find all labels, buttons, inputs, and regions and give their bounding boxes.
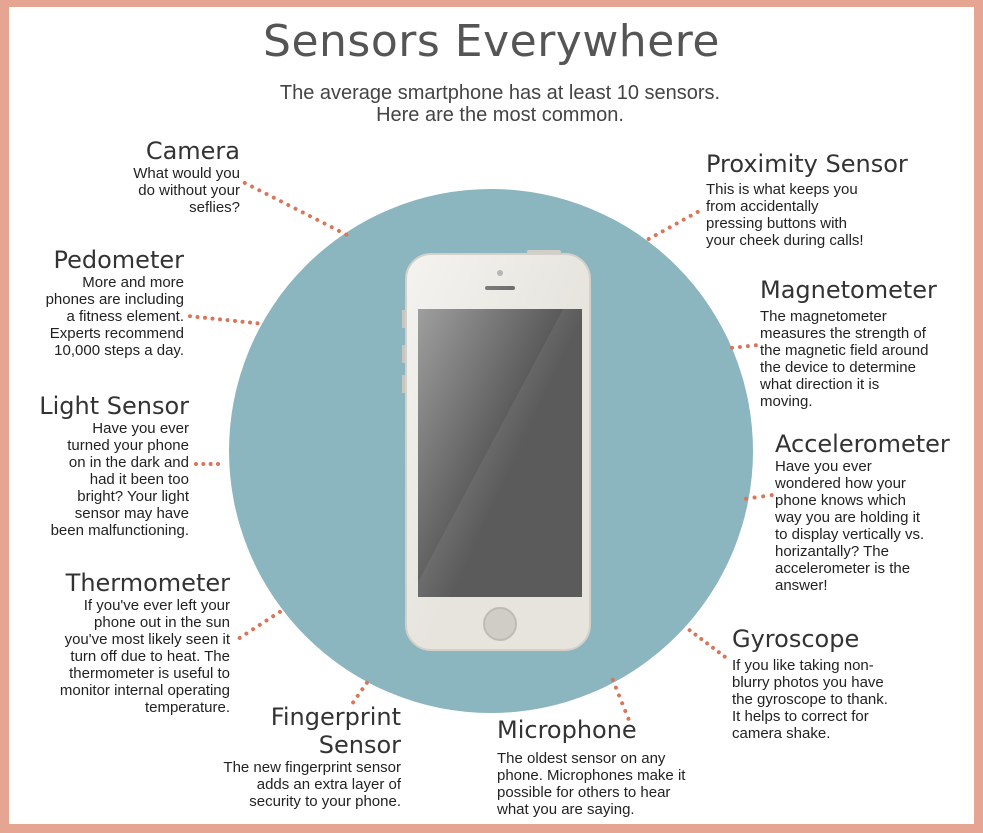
sensor-microphone: Microphone The oldest sensor on any phon… xyxy=(497,716,727,818)
sensor-description: The oldest sensor on any phone. Micropho… xyxy=(497,750,686,818)
sensor-fingerprint: Fingerprint Sensor The new fingerprint s… xyxy=(190,703,401,810)
sensor-name: Proximity Sensor xyxy=(706,150,908,178)
sensor-description: The new fingerprint sensor adds an extra… xyxy=(223,759,401,810)
sensor-camera: Camera What would you do without your se… xyxy=(88,137,240,216)
sensor-name: Accelerometer xyxy=(775,430,950,458)
sensor-magnetometer: Magnetometer The magnetometer measures t… xyxy=(760,276,972,410)
sensor-description: More and more phones are including a fit… xyxy=(45,274,184,359)
light-sensor-connector xyxy=(194,462,220,466)
sensor-description: This is what keeps you from accidentally… xyxy=(706,181,864,249)
sensor-thermometer: Thermometer If you've ever left your pho… xyxy=(20,569,230,716)
phone-shine xyxy=(407,255,589,649)
sensor-name: Thermometer xyxy=(65,569,230,597)
sensor-accelerometer: Accelerometer Have you ever wondered how… xyxy=(775,430,975,594)
sensor-name: Microphone xyxy=(497,716,637,744)
sensor-name: Gyroscope xyxy=(732,625,860,653)
sensor-description: If you like taking non- blurry photos yo… xyxy=(732,657,888,742)
sensor-light: Light Sensor Have you ever turned your p… xyxy=(18,392,189,539)
sensor-name: Pedometer xyxy=(53,246,185,274)
smartphone-icon xyxy=(405,253,591,651)
sensor-description: If you've ever left your phone out in th… xyxy=(59,597,230,716)
page-title: Sensors Everywhere xyxy=(263,16,720,67)
sensor-name: Magnetometer xyxy=(760,276,937,304)
page-subtitle: The average smartphone has at least 10 s… xyxy=(279,82,721,126)
sensor-description: The magnetometer measures the strength o… xyxy=(760,308,929,410)
sensor-proximity: Proximity Sensor This is what keeps you … xyxy=(706,150,946,249)
sensor-name: Fingerprint Sensor xyxy=(270,703,401,759)
sensor-pedometer: Pedometer More and more phones are inclu… xyxy=(20,246,184,359)
sensor-name: Light Sensor xyxy=(39,392,189,420)
sensor-description: Have you ever wondered how your phone kn… xyxy=(775,458,925,594)
sensor-name: Camera xyxy=(145,137,240,165)
sensor-description: Have you ever turned your phone on in th… xyxy=(50,420,189,539)
sensor-gyroscope: Gyroscope If you like taking non- blurry… xyxy=(732,625,952,742)
sensor-description: What would you do without your seflies? xyxy=(133,165,240,216)
